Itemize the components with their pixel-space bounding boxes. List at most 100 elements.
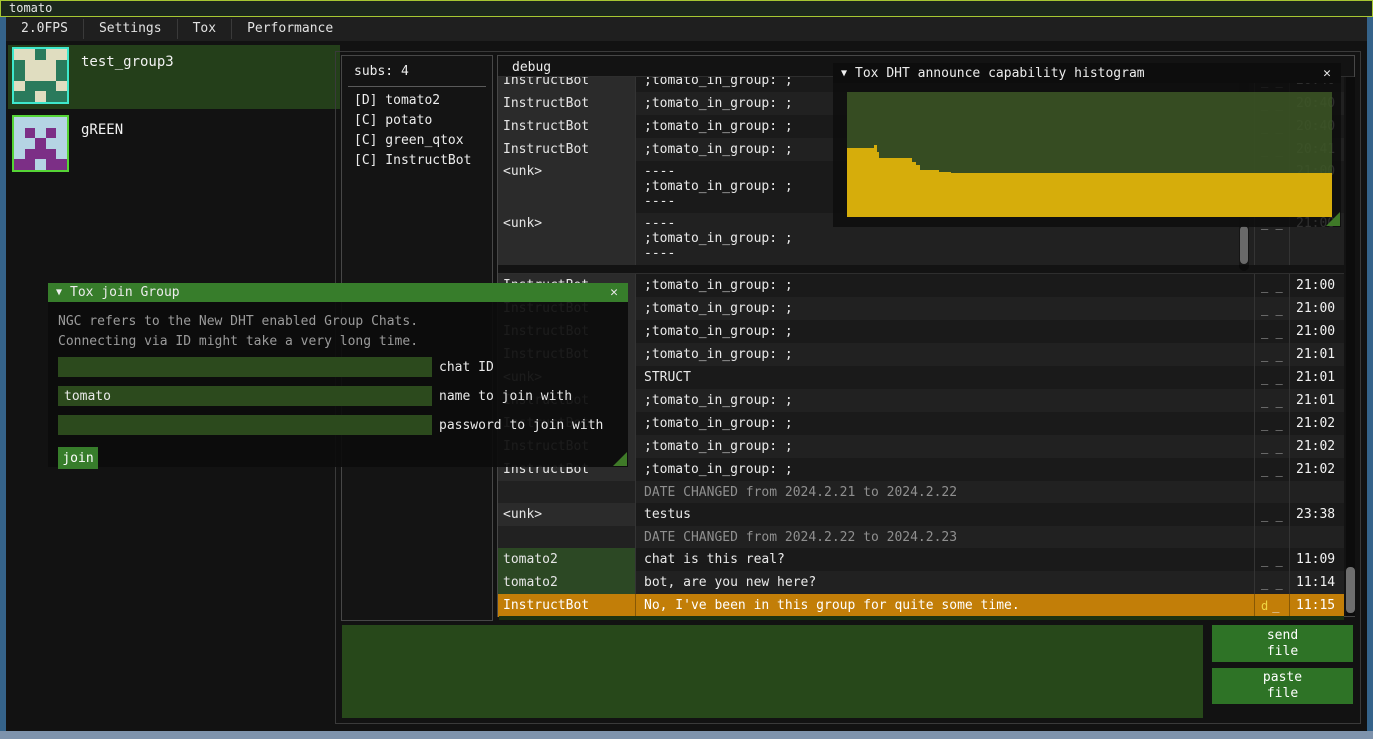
avatar-pixel xyxy=(14,149,25,160)
avatar-pixel xyxy=(35,91,46,102)
avatar-pixel xyxy=(46,81,57,92)
time-cell: 21:00 xyxy=(1289,320,1343,343)
chat-scrollbar-inner-thumb[interactable] xyxy=(1240,226,1248,264)
time-cell: 11:09 xyxy=(1289,548,1343,571)
chat-scrollbar-right[interactable] xyxy=(1346,77,1355,616)
avatar-pixel xyxy=(14,128,25,139)
chat-row: <unk>testus_ _23:38 xyxy=(498,503,1344,526)
avatar-pixel xyxy=(14,49,25,60)
histogram-plot xyxy=(847,92,1332,217)
field-label: chat ID xyxy=(439,360,494,375)
histogram-window-titlebar[interactable]: ▼ Tox DHT announce capability histogram … xyxy=(833,63,1341,83)
avatar-pixel xyxy=(56,149,67,160)
new-message-strip xyxy=(499,616,1344,620)
tab-debug[interactable]: debug xyxy=(498,57,561,75)
histogram-window: ▼ Tox DHT announce capability histogram … xyxy=(833,63,1341,227)
name-cell xyxy=(498,526,635,548)
group-name: gREEN xyxy=(81,122,123,138)
name-cell: <unk> xyxy=(498,161,635,213)
send-file-button[interactable]: send file xyxy=(1212,625,1353,662)
status-cell xyxy=(1254,526,1289,548)
message-cell: STRUCT xyxy=(635,366,1254,389)
resize-grip[interactable] xyxy=(1326,212,1340,226)
name-cell: <unk> xyxy=(498,213,635,265)
join-name-field[interactable] xyxy=(58,386,432,406)
avatar-pixel xyxy=(14,159,25,170)
avatar-pixel xyxy=(35,159,46,170)
time-cell: 21:02 xyxy=(1289,435,1343,458)
avatar-pixel xyxy=(25,138,36,149)
avatar-pixel xyxy=(46,117,57,128)
avatar-pixel xyxy=(25,91,36,102)
avatar-pixel xyxy=(46,70,57,81)
join-info-line: NGC refers to the New DHT enabled Group … xyxy=(48,312,628,332)
paste-file-button[interactable]: paste file xyxy=(1212,668,1353,704)
join-fields: chat IDname to join withpassword to join… xyxy=(48,357,628,435)
avatar-pixel xyxy=(35,138,46,149)
name-cell: InstructBot xyxy=(498,138,635,161)
avatar-pixel xyxy=(25,81,36,92)
avatar-pixel xyxy=(46,60,57,71)
avatar-pixel xyxy=(14,117,25,128)
name-cell: <unk> xyxy=(498,503,635,526)
name-cell: InstructBot xyxy=(498,92,635,115)
collapse-icon[interactable]: ▼ xyxy=(841,68,847,79)
name-cell: InstructBot xyxy=(498,115,635,138)
avatar-pixel xyxy=(25,70,36,81)
chat-id-field[interactable] xyxy=(58,357,432,377)
chat-row: InstructBotNo, I've been in this group f… xyxy=(498,594,1344,617)
status-cell: _ _ xyxy=(1254,320,1289,343)
close-icon[interactable]: ✕ xyxy=(1321,66,1333,81)
avatar-pixel xyxy=(56,128,67,139)
resize-grip[interactable] xyxy=(613,452,627,466)
close-icon[interactable]: ✕ xyxy=(608,285,620,300)
join-field-row: chat ID xyxy=(58,357,628,377)
status-cell: _ _ xyxy=(1254,571,1289,594)
status-cell: _ _ xyxy=(1254,548,1289,571)
join-button[interactable]: join xyxy=(58,447,98,469)
subs-member-potato[interactable]: [C] potato xyxy=(342,111,492,131)
avatar-pixel xyxy=(25,60,36,71)
avatar-pixel xyxy=(35,128,46,139)
subs-member-tomato2[interactable]: [D] tomato2 xyxy=(342,91,492,111)
subs-member-list: [D] tomato2[C] potato[C] green_qtox[C] I… xyxy=(342,91,492,171)
subs-member-InstructBot[interactable]: [C] InstructBot xyxy=(342,151,492,171)
window-title: tomato xyxy=(9,1,52,15)
desktop: tomato 2.0FPSSettingsToxPerformance test… xyxy=(0,0,1373,739)
avatar-pixel xyxy=(46,159,57,170)
avatar-pixel xyxy=(56,70,67,81)
wm-titlebar[interactable]: tomato xyxy=(0,0,1373,17)
time-cell: 21:00 xyxy=(1289,274,1343,297)
composer-input[interactable] xyxy=(342,625,1203,718)
menu-item-performance[interactable]: Performance xyxy=(232,17,348,41)
menu-item-2-0fps[interactable]: 2.0FPS xyxy=(6,17,83,41)
status-cell: _ _ xyxy=(1254,343,1289,366)
avatar-pixel xyxy=(35,81,46,92)
status-cell: _ _ xyxy=(1254,274,1289,297)
menubar: 2.0FPSSettingsToxPerformance xyxy=(6,17,1367,41)
join-window-body: NGC refers to the New DHT enabled Group … xyxy=(48,302,628,469)
chat-scrollbar-right-thumb[interactable] xyxy=(1346,567,1355,613)
time-cell: 21:01 xyxy=(1289,343,1343,366)
collapse-icon[interactable]: ▼ xyxy=(56,287,62,298)
time-cell: 21:00 xyxy=(1289,297,1343,320)
message-cell: ;tomato_in_group: ; xyxy=(635,297,1254,320)
avatar-pixel xyxy=(46,138,57,149)
join-password-field[interactable] xyxy=(58,415,432,435)
group-item-gREEN[interactable]: gREEN xyxy=(8,113,340,177)
group-item-test_group3[interactable]: test_group3 xyxy=(8,45,340,109)
chat-row: DATE CHANGED from 2024.2.21 to 2024.2.22 xyxy=(498,481,1344,503)
status-flag: d xyxy=(1261,599,1268,613)
histogram-bar xyxy=(973,173,1332,217)
join-window-titlebar[interactable]: ▼ Tox join Group ✕ xyxy=(48,283,628,302)
avatar-pixel xyxy=(46,49,57,60)
menu-item-tox[interactable]: Tox xyxy=(178,17,231,41)
message-cell: ;tomato_in_group: ; xyxy=(635,412,1254,435)
avatar-pixel xyxy=(14,60,25,71)
avatar-pixel xyxy=(35,49,46,60)
status-cell: _ _ xyxy=(1254,435,1289,458)
menu-item-settings[interactable]: Settings xyxy=(84,17,177,41)
subs-member-green_qtox[interactable]: [C] green_qtox xyxy=(342,131,492,151)
join-group-window: ▼ Tox join Group ✕ NGC refers to the New… xyxy=(48,283,628,467)
message-cell: ;tomato_in_group: ; xyxy=(635,274,1254,297)
